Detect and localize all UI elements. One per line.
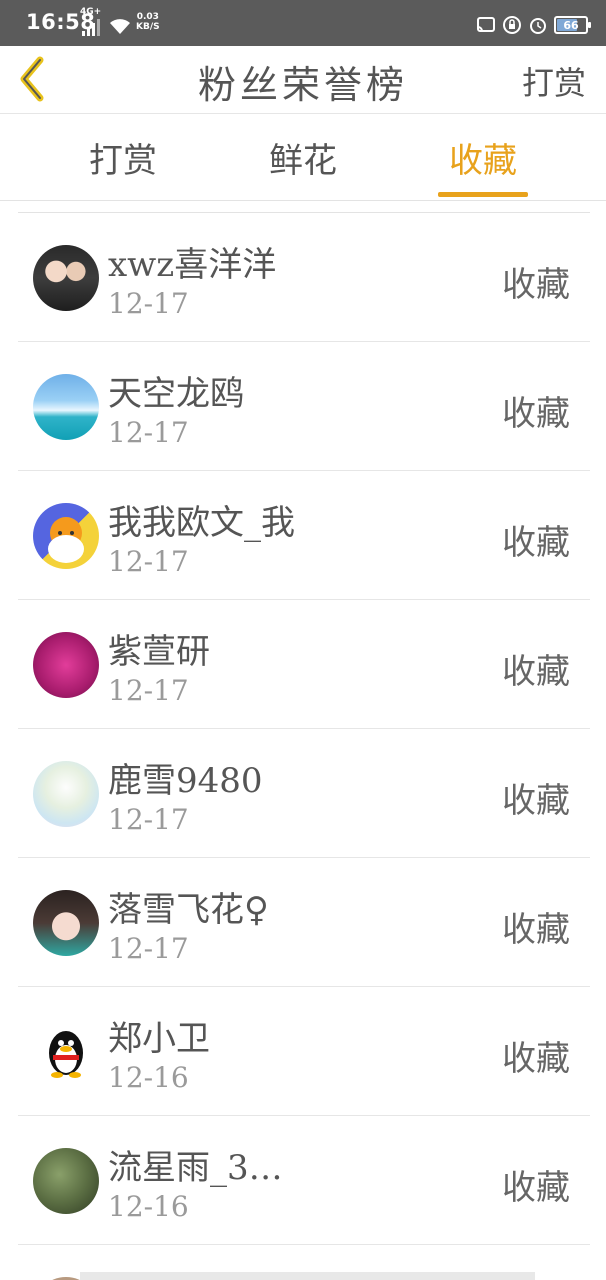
- user-name: 流星雨_3…: [108, 1148, 283, 1188]
- penguin-avatar-icon: [49, 1031, 83, 1078]
- item-action-label: 收藏: [502, 394, 570, 434]
- item-date: 12-17: [108, 674, 189, 707]
- signal-icon: [82, 19, 100, 36]
- list-item[interactable]: 我我欧文_我 12-17 收藏: [18, 471, 590, 600]
- item-date: 12-17: [108, 932, 189, 965]
- avatar: [33, 632, 99, 698]
- battery-icon: 66: [554, 16, 591, 34]
- list-item[interactable]: 鹿雪9480 12-17 收藏: [18, 729, 590, 858]
- tab-favorites-label: 收藏: [449, 141, 517, 181]
- avatar: [33, 503, 99, 569]
- tab-favorites[interactable]: 收藏: [438, 133, 528, 197]
- item-action-label: 收藏: [502, 910, 570, 950]
- user-name: 郑小卫: [108, 1019, 210, 1059]
- wifi-icon: [110, 19, 130, 34]
- avatar: [33, 245, 99, 311]
- item-action-label: 收藏: [502, 1039, 570, 1079]
- item-action-label: 收藏: [502, 652, 570, 692]
- item-date: 12-17: [108, 416, 189, 449]
- user-name: xwz喜洋洋: [108, 245, 277, 285]
- network-type: 4G+: [80, 7, 102, 17]
- cartoon-avatar-icon: [48, 517, 84, 563]
- item-action-label: 收藏: [502, 1168, 570, 1208]
- item-action-label: 收藏: [502, 265, 570, 305]
- battery-level: 66: [563, 18, 579, 32]
- item-date: 12-17: [108, 803, 189, 836]
- list-item[interactable]: 流星雨_3… 12-16 收藏: [18, 1116, 590, 1245]
- user-name: 落雪飞花♀: [108, 890, 269, 930]
- lock-icon: [503, 16, 521, 34]
- avatar: [33, 1148, 99, 1214]
- item-action-label: 收藏: [502, 781, 570, 821]
- avatar: [33, 374, 99, 440]
- active-tab-indicator: [438, 192, 528, 197]
- list-item[interactable]: xwz喜洋洋 12-17 收藏: [18, 213, 590, 342]
- bottom-overlay: [80, 1272, 535, 1280]
- item-date: 12-16: [108, 1190, 189, 1223]
- title-bar: 粉丝荣誉榜 打赏: [0, 46, 606, 114]
- item-action-label: 收藏: [502, 523, 570, 563]
- network-speed: 0.03 KB/S: [136, 12, 160, 32]
- alarm-icon: [530, 18, 546, 34]
- list-item[interactable]: 紫萱研 12-17 收藏: [18, 600, 590, 729]
- item-date: 12-16: [108, 1061, 189, 1094]
- avatar: [33, 1019, 99, 1085]
- avatar: [33, 890, 99, 956]
- item-date: 12-17: [108, 287, 189, 320]
- list-item[interactable]: 落雪飞花♀ 12-17 收藏: [18, 858, 590, 987]
- tab-flowers[interactable]: 鲜花: [256, 133, 350, 197]
- user-name: 鹿雪9480: [108, 761, 263, 801]
- page-title: 粉丝荣誉榜: [197, 63, 408, 107]
- user-name: 我我欧文_我: [108, 503, 295, 543]
- cast-icon: [477, 17, 495, 32]
- speed-value: 0.03: [136, 12, 159, 22]
- list-item[interactable]: 天空龙鸥 12-17 收藏: [18, 342, 590, 471]
- tip-button[interactable]: 打赏: [522, 58, 586, 104]
- user-name: 紫萱研: [108, 632, 210, 672]
- tab-tip[interactable]: 打赏: [76, 133, 170, 197]
- tab-bar: 打赏 鲜花 收藏: [0, 115, 606, 201]
- fan-list: xwz喜洋洋 12-17 收藏 天空龙鸥 12-17 收藏 我我欧文_我 12-…: [18, 212, 590, 1280]
- status-right-icons: 66: [476, 14, 591, 36]
- user-name: 天空龙鸥: [108, 374, 244, 414]
- speed-unit: KB/S: [136, 22, 160, 32]
- avatar: [33, 761, 99, 827]
- item-date: 12-17: [108, 545, 189, 578]
- status-bar: 16:58 4G+ 0.03 KB/S 66: [0, 0, 606, 46]
- list-item[interactable]: 郑小卫 12-16 收藏: [18, 987, 590, 1116]
